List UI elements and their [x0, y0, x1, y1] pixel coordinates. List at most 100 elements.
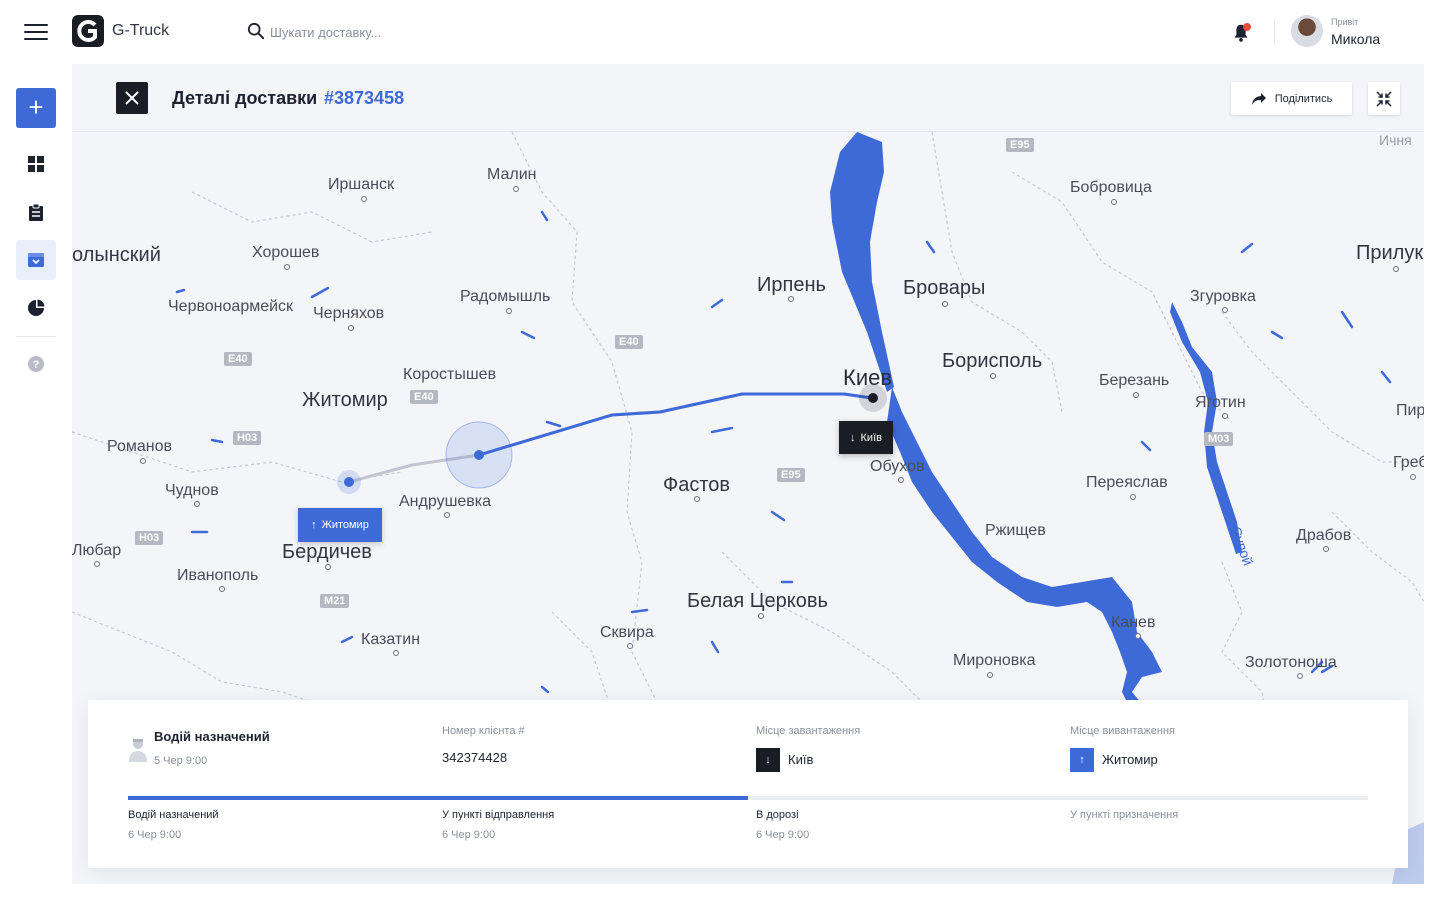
step-label: В дорозі: [756, 809, 799, 821]
user-name[interactable]: Микола: [1331, 31, 1380, 47]
city-dot: [1133, 392, 1139, 398]
road-shield: E40: [224, 352, 252, 366]
city-dot: [1323, 546, 1329, 552]
share-button[interactable]: Поділитись: [1231, 82, 1352, 115]
box-icon: [28, 253, 44, 267]
share-arrow-icon: [1251, 92, 1266, 105]
city-label: Иванополь: [177, 567, 259, 584]
svg-text:?: ?: [33, 359, 40, 371]
city-label: Драбов: [1296, 527, 1352, 544]
progress-fill: [128, 796, 748, 800]
search-input[interactable]: [270, 20, 570, 44]
city-label: Чуднов: [165, 482, 219, 499]
sidebar-item-deliveries[interactable]: [16, 240, 56, 280]
city-label: Канев: [1111, 614, 1156, 631]
city-label: Радомышль: [460, 288, 551, 305]
city-label: Киев: [843, 365, 893, 390]
city-dot: [348, 325, 354, 331]
collapse-button[interactable]: [1368, 82, 1400, 115]
city-label: Андрушевка: [399, 493, 492, 510]
city-label: Житомир: [302, 389, 388, 411]
city-label: Березань: [1099, 372, 1170, 389]
menu-icon[interactable]: [24, 24, 48, 42]
city-label: Ичня: [1379, 132, 1412, 148]
city-dot: [1393, 266, 1399, 272]
close-button[interactable]: [116, 82, 148, 114]
city-label: Золотоноша: [1245, 654, 1337, 671]
city-label: Пир: [1396, 402, 1424, 419]
city-label: Червоноармейск: [168, 298, 294, 315]
step-label: У пункті призначення: [1070, 809, 1179, 821]
city-label: Яготин: [1195, 394, 1246, 411]
city-label: Ржищев: [985, 522, 1046, 539]
city-dot: [219, 586, 225, 592]
city-dot: [94, 561, 100, 567]
step-time: 6 Чер 9:00: [756, 829, 810, 841]
city-label: Любар: [72, 542, 122, 559]
user-greeting: Привіт: [1331, 17, 1359, 27]
close-icon: [125, 91, 139, 105]
step-label: У пункті відправлення: [442, 809, 555, 821]
clipboard-icon: [29, 203, 43, 221]
city-label: Мироновка: [953, 652, 1036, 669]
share-button-label: Поділитись: [1274, 92, 1333, 105]
city-dot: [361, 196, 367, 202]
loading-pin[interactable]: ↓ Київ: [839, 421, 893, 454]
city-label: Ирпень: [757, 274, 826, 296]
add-delivery-button[interactable]: +: [16, 88, 56, 128]
city-label: Хорошев: [252, 244, 320, 261]
sidebar-item-help[interactable]: ?: [16, 344, 56, 384]
step-time: 6 Чер 9:00: [442, 829, 496, 841]
delivery-info-card: Водій назначений 5 Чер 9:00 Номер клієнт…: [88, 700, 1408, 868]
collapse-icon: [1376, 90, 1392, 107]
city-dot: [1222, 307, 1228, 313]
city-dot: [1111, 199, 1117, 205]
sidebar: + ?: [0, 64, 72, 900]
details-header: Деталі доставки #3873458 Поділитись: [72, 64, 1424, 132]
sidebar-divider: [16, 336, 56, 337]
city-dot: [444, 512, 450, 518]
sidebar-item-clipboard[interactable]: [16, 192, 56, 232]
city-label: Иршанск: [328, 176, 394, 193]
city-label: Казатин: [361, 631, 421, 648]
city-dot: [1297, 673, 1303, 679]
client-number-value: 342374428: [442, 750, 508, 765]
city-dot: [393, 650, 399, 656]
loading-place-label: Місце завантаження: [756, 725, 861, 737]
loading-place-value: Київ: [788, 752, 814, 767]
city-dot: [1410, 474, 1416, 480]
unloading-pin-label: Житомир: [321, 519, 369, 531]
city-label: Обухов: [870, 458, 925, 475]
city-dot: [506, 308, 512, 314]
city-dot: [284, 264, 290, 270]
city-label: Бобровица: [1070, 179, 1152, 196]
city-label: Згуровка: [1190, 288, 1256, 305]
unloading-pin[interactable]: ↑ Житомир: [298, 508, 382, 542]
city-dot: [627, 643, 633, 649]
city-dot: [194, 501, 200, 507]
pie-chart-icon: [28, 299, 45, 316]
app-name: G-Truck: [112, 22, 170, 39]
city-dot: [1222, 413, 1228, 419]
city-label: Фастов: [663, 474, 731, 496]
city-dot: [758, 613, 764, 619]
driver-status-title: Водій назначений: [154, 729, 270, 744]
sidebar-item-reports[interactable]: [16, 288, 56, 328]
sidebar-item-dashboard[interactable]: [16, 144, 56, 184]
city-label: Прилук: [1356, 242, 1424, 264]
avatar[interactable]: [1291, 15, 1323, 47]
city-dot: [788, 296, 794, 302]
order-number: #3873458: [324, 88, 405, 108]
step-time: 6 Чер 9:00: [128, 829, 182, 841]
city-label: Борисполь: [942, 350, 1043, 372]
city-dot: [694, 496, 700, 502]
city-label: Белая Церковь: [687, 590, 828, 612]
road-shield: M03: [1204, 432, 1234, 446]
city-dot: [898, 477, 904, 483]
arrow-down-icon: ↓: [850, 431, 856, 444]
road-shield: E95: [1006, 138, 1034, 152]
city-label: Переяслав: [1086, 474, 1168, 491]
logo-icon: [72, 15, 104, 47]
delivery-details-panel: Иршанск Малин Бобровица олынский Хорошев…: [72, 64, 1424, 884]
driver-status-time: 5 Чер 9:00: [154, 755, 208, 767]
